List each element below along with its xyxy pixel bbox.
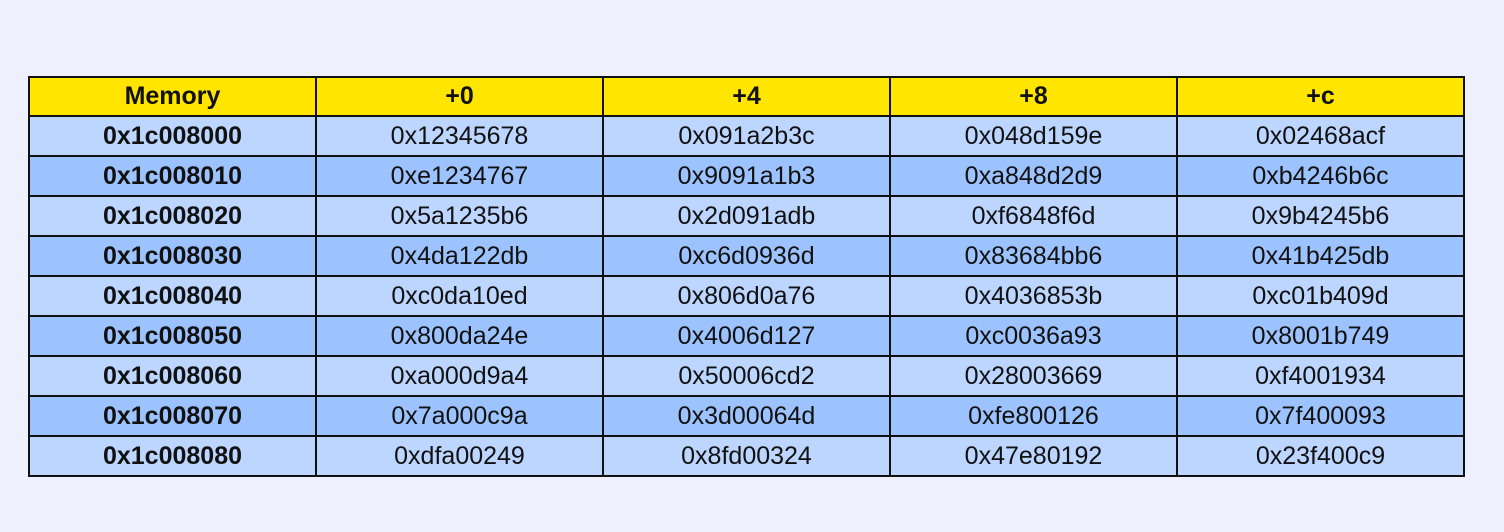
memory-table-container: Memory +0 +4 +8 +c 0x1c008000 0x12345678… [28,76,1465,477]
cell-value: 0xe1234767 [315,155,604,197]
cell-value: 0xc6d0936d [602,235,891,277]
cell-value: 0x2d091adb [602,195,891,237]
row-address: 0x1c008030 [28,235,317,277]
cell-value: 0x02468acf [1176,115,1465,157]
cell-value: 0x9091a1b3 [602,155,891,197]
cell-value: 0xf4001934 [1176,355,1465,397]
cell-value: 0xc0da10ed [315,275,604,317]
cell-value: 0x9b4245b6 [1176,195,1465,237]
table-row: 0x1c008030 0x4da122db 0xc6d0936d 0x83684… [28,235,1465,277]
cell-value: 0x8001b749 [1176,315,1465,357]
row-address: 0x1c008020 [28,195,317,237]
header-row: Memory +0 +4 +8 +c [28,76,1465,117]
cell-value: 0x3d00064d [602,395,891,437]
table-row: 0x1c008020 0x5a1235b6 0x2d091adb 0xf6848… [28,195,1465,237]
cell-value: 0xa848d2d9 [889,155,1178,197]
cell-value: 0x806d0a76 [602,275,891,317]
cell-value: 0xa000d9a4 [315,355,604,397]
header-offset-c: +c [1176,76,1465,117]
cell-value: 0x4da122db [315,235,604,277]
cell-value: 0x12345678 [315,115,604,157]
cell-value: 0x50006cd2 [602,355,891,397]
cell-value: 0x4006d127 [602,315,891,357]
header-offset-4: +4 [602,76,891,117]
table-row: 0x1c008010 0xe1234767 0x9091a1b3 0xa848d… [28,155,1465,197]
row-address: 0x1c008000 [28,115,317,157]
table-row: 0x1c008040 0xc0da10ed 0x806d0a76 0x40368… [28,275,1465,317]
cell-value: 0x7a000c9a [315,395,604,437]
row-address: 0x1c008060 [28,355,317,397]
cell-value: 0x4036853b [889,275,1178,317]
header-memory: Memory [28,76,317,117]
row-address: 0x1c008050 [28,315,317,357]
memory-table: Memory +0 +4 +8 +c 0x1c008000 0x12345678… [28,76,1465,477]
table-row: 0x1c008000 0x12345678 0x091a2b3c 0x048d1… [28,115,1465,157]
cell-value: 0x7f400093 [1176,395,1465,437]
cell-value: 0xfe800126 [889,395,1178,437]
row-address: 0x1c008070 [28,395,317,437]
cell-value: 0xb4246b6c [1176,155,1465,197]
header-offset-8: +8 [889,76,1178,117]
cell-value: 0x048d159e [889,115,1178,157]
row-address: 0x1c008040 [28,275,317,317]
cell-value: 0xc0036a93 [889,315,1178,357]
row-address: 0x1c008080 [28,435,317,477]
cell-value: 0x8fd00324 [602,435,891,477]
cell-value: 0x41b425db [1176,235,1465,277]
cell-value: 0xc01b409d [1176,275,1465,317]
row-address: 0x1c008010 [28,155,317,197]
table-row: 0x1c008050 0x800da24e 0x4006d127 0xc0036… [28,315,1465,357]
cell-value: 0x83684bb6 [889,235,1178,277]
table-row: 0x1c008070 0x7a000c9a 0x3d00064d 0xfe800… [28,395,1465,437]
cell-value: 0x091a2b3c [602,115,891,157]
cell-value: 0x23f400c9 [1176,435,1465,477]
cell-value: 0x47e80192 [889,435,1178,477]
cell-value: 0x800da24e [315,315,604,357]
cell-value: 0x28003669 [889,355,1178,397]
header-offset-0: +0 [315,76,604,117]
table-row: 0x1c008060 0xa000d9a4 0x50006cd2 0x28003… [28,355,1465,397]
cell-value: 0xdfa00249 [315,435,604,477]
table-row: 0x1c008080 0xdfa00249 0x8fd00324 0x47e80… [28,435,1465,477]
cell-value: 0x5a1235b6 [315,195,604,237]
cell-value: 0xf6848f6d [889,195,1178,237]
